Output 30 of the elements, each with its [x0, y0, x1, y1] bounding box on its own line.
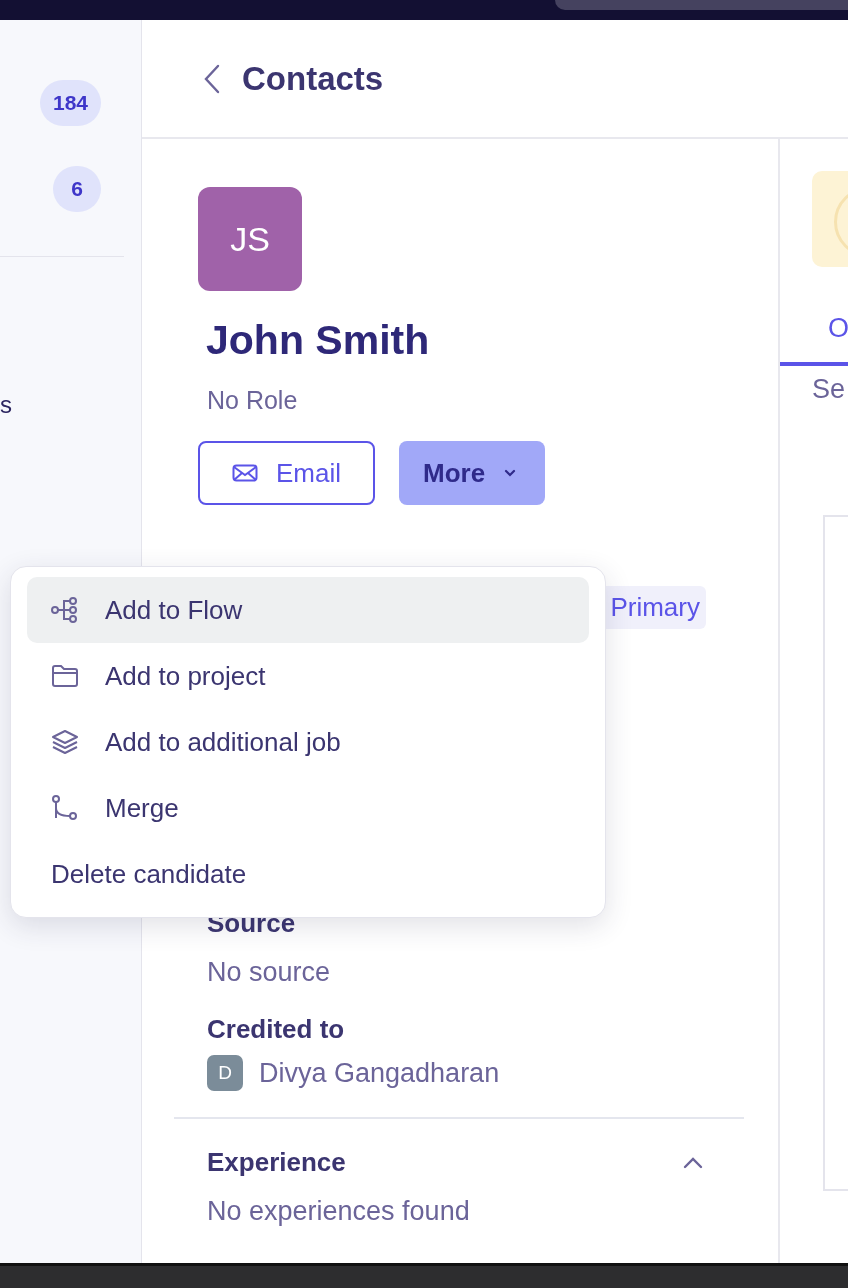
section-label: Se	[812, 374, 847, 405]
caret-icon	[503, 468, 518, 478]
section-value: No source	[207, 957, 331, 988]
folder-icon	[51, 664, 79, 688]
section-heading: Credited to	[207, 1014, 346, 1045]
collapse-icon[interactable]	[682, 1155, 704, 1170]
menu-item[interactable]: Add to additional job	[27, 709, 589, 775]
count-badge: 184	[39, 80, 101, 126]
count-badge: 6	[53, 166, 101, 212]
user-avatar: D	[207, 1055, 243, 1091]
avatar: JS	[198, 187, 302, 291]
back-icon[interactable]	[204, 63, 220, 94]
more-button[interactable]: More	[399, 441, 546, 505]
sidebar-item[interactable]: s	[0, 391, 141, 419]
flow-icon	[51, 597, 79, 623]
menu-item[interactable]: Delete candidate	[27, 841, 589, 907]
tab[interactable]: O	[780, 313, 848, 366]
page-title: Contacts	[242, 59, 384, 98]
section-heading: Experience	[207, 1147, 346, 1178]
layers-icon	[51, 729, 79, 755]
empty-message: No experiences found	[207, 1196, 470, 1227]
menu-item[interactable]: Add to Flow	[27, 577, 589, 643]
menu-item[interactable]: Merge	[27, 775, 589, 841]
email-button[interactable]: Email	[198, 441, 375, 505]
person-name: Divya Gangadharan	[259, 1057, 500, 1089]
contact-name: John Smith	[206, 317, 431, 364]
merge-icon	[51, 794, 79, 822]
contact-role: No Role	[207, 386, 299, 415]
mail-icon	[232, 464, 258, 482]
menu-item[interactable]: Add to project	[27, 643, 589, 709]
